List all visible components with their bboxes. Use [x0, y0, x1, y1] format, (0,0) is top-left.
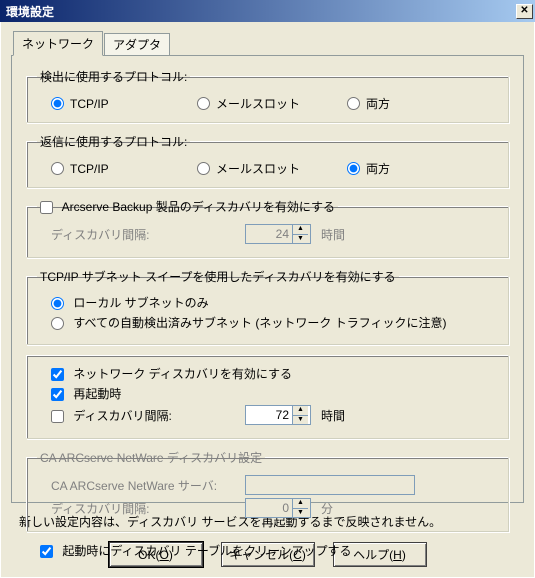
checkbox-cleanup-input[interactable] — [40, 545, 53, 558]
arcserve-interval-stepper[interactable]: ▲ ▼ — [245, 224, 311, 244]
radio-detect-mailslot-label: メールスロット — [216, 95, 300, 112]
group-arcserve-product: Arcserve Backup 製品のディスカバリを有効にする ディスカバリ間隔… — [26, 198, 509, 258]
checkbox-arcserve-enable-label: Arcserve Backup 製品のディスカバリを有効にする — [62, 200, 335, 214]
netware-server-input[interactable] — [245, 475, 415, 495]
dialog-body: ネットワーク アダプタ 検出に使用するプロトコル: TCP/IP メールスロット… — [0, 22, 535, 578]
checkbox-arcserve-enable[interactable]: Arcserve Backup 製品のディスカバリを有効にする — [40, 200, 335, 214]
radio-reply-both-input[interactable] — [347, 162, 360, 175]
radio-detect-both[interactable]: 両方 — [347, 95, 467, 112]
checkbox-network-discovery-input[interactable] — [51, 368, 64, 381]
radio-detect-mailslot[interactable]: メールスロット — [197, 95, 347, 112]
checkbox-discovery-interval-input[interactable] — [51, 410, 64, 423]
tabstrip: ネットワーク アダプタ — [13, 31, 524, 56]
group-reply-protocol: 返信に使用するプロトコル: TCP/IP メールスロット 両方 — [26, 133, 509, 188]
group-reply-legend: 返信に使用するプロトコル: — [37, 133, 190, 150]
radio-reply-mailslot[interactable]: メールスロット — [197, 160, 347, 177]
radio-subnet-all-label: すべての自動検出済みサブネット (ネットワーク トラフィックに注意) — [73, 316, 446, 330]
group-arcserve-legend: Arcserve Backup 製品のディスカバリを有効にする — [37, 198, 338, 215]
radio-reply-tcpip-label: TCP/IP — [70, 162, 109, 176]
radio-detect-tcpip-input[interactable] — [51, 97, 64, 110]
checkbox-cleanup-label: 起動時にディスカバリ テーブルをクリーンアップする — [62, 544, 351, 558]
radio-reply-mailslot-label: メールスロット — [216, 160, 300, 177]
arcserve-interval-label: ディスカバリ間隔: — [37, 226, 245, 243]
group-detect-legend: 検出に使用するプロトコル: — [37, 68, 190, 85]
spinner-buttons: ▲ ▼ — [292, 499, 308, 517]
group-detect-protocol: 検出に使用するプロトコル: TCP/IP メールスロット 両方 — [26, 68, 509, 123]
discovery-interval-input[interactable] — [246, 406, 292, 424]
discovery-interval-stepper[interactable]: ▲ ▼ — [245, 405, 311, 425]
group-subnet-sweep: TCP/IP サブネット スイープを使用したディスカバリを有効にする ローカル … — [26, 268, 509, 345]
checkbox-discovery-interval-label: ディスカバリ間隔: — [73, 409, 172, 423]
netware-server-label: CA ARCserve NetWare サーバ: — [37, 477, 245, 494]
spinner-buttons: ▲ ▼ — [292, 225, 308, 243]
radio-detect-both-label: 両方 — [366, 95, 390, 112]
netware-interval-stepper[interactable]: ▲ ▼ — [245, 498, 311, 518]
radio-detect-tcpip[interactable]: TCP/IP — [37, 97, 197, 111]
radio-reply-both-label: 両方 — [366, 160, 390, 177]
chevron-down-icon[interactable]: ▼ — [292, 415, 308, 425]
radio-subnet-local[interactable]: ローカル サブネットのみ — [51, 294, 209, 311]
group-netware: CA ARCserve NetWare ディスカバリ設定 CA ARCserve… — [26, 449, 509, 532]
chevron-down-icon[interactable]: ▼ — [292, 234, 308, 244]
spinner-buttons: ▲ ▼ — [292, 406, 308, 424]
checkbox-network-discovery-label: ネットワーク ディスカバリを有効にする — [73, 367, 292, 381]
group-netware-legend: CA ARCserve NetWare ディスカバリ設定 — [37, 449, 265, 466]
netware-interval-input[interactable] — [246, 499, 292, 517]
tab-network[interactable]: ネットワーク — [13, 31, 103, 56]
checkbox-cleanup[interactable]: 起動時にディスカバリ テーブルをクリーンアップする — [40, 542, 352, 559]
checkbox-onreboot[interactable]: 再起動時 — [51, 385, 121, 402]
chevron-up-icon[interactable]: ▲ — [292, 499, 308, 508]
radio-detect-mailslot-input[interactable] — [197, 97, 210, 110]
tab-panel-network: 検出に使用するプロトコル: TCP/IP メールスロット 両方 返信に使用するプ… — [11, 55, 524, 503]
window-title: 環境設定 — [6, 3, 54, 20]
radio-subnet-local-input[interactable] — [51, 297, 64, 310]
radio-detect-tcpip-label: TCP/IP — [70, 97, 109, 111]
radio-reply-tcpip-input[interactable] — [51, 162, 64, 175]
radio-subnet-all-input[interactable] — [51, 317, 64, 330]
checkbox-onreboot-input[interactable] — [51, 388, 64, 401]
radio-reply-mailslot-input[interactable] — [197, 162, 210, 175]
arcserve-interval-unit: 時間 — [321, 226, 345, 243]
chevron-up-icon[interactable]: ▲ — [292, 225, 308, 234]
title-bar: 環境設定 ✕ — [0, 0, 535, 22]
radio-subnet-all[interactable]: すべての自動検出済みサブネット (ネットワーク トラフィックに注意) — [51, 314, 446, 331]
radio-reply-both[interactable]: 両方 — [347, 160, 467, 177]
discovery-interval-unit: 時間 — [321, 407, 345, 424]
radio-detect-both-input[interactable] — [347, 97, 360, 110]
close-icon[interactable]: ✕ — [516, 4, 533, 19]
checkbox-arcserve-enable-input[interactable] — [40, 201, 53, 214]
chevron-up-icon[interactable]: ▲ — [292, 406, 308, 415]
group-subnet-legend: TCP/IP サブネット スイープを使用したディスカバリを有効にする — [37, 268, 399, 285]
netware-interval-label: ディスカバリ間隔: — [37, 500, 245, 517]
checkbox-onreboot-label: 再起動時 — [73, 387, 121, 401]
radio-reply-tcpip[interactable]: TCP/IP — [37, 162, 197, 176]
checkbox-discovery-interval[interactable]: ディスカバリ間隔: — [51, 409, 172, 423]
checkbox-network-discovery[interactable]: ネットワーク ディスカバリを有効にする — [51, 365, 292, 382]
netware-interval-unit: 分 — [321, 500, 333, 517]
group-network-discovery: ネットワーク ディスカバリを有効にする 再起動時 ディスカバリ間隔: — [26, 355, 509, 439]
chevron-down-icon[interactable]: ▼ — [292, 508, 308, 518]
checkbox-discovery-interval-wrap: ディスカバリ間隔: — [37, 407, 245, 424]
arcserve-interval-input[interactable] — [246, 225, 292, 243]
radio-subnet-local-label: ローカル サブネットのみ — [73, 296, 208, 310]
